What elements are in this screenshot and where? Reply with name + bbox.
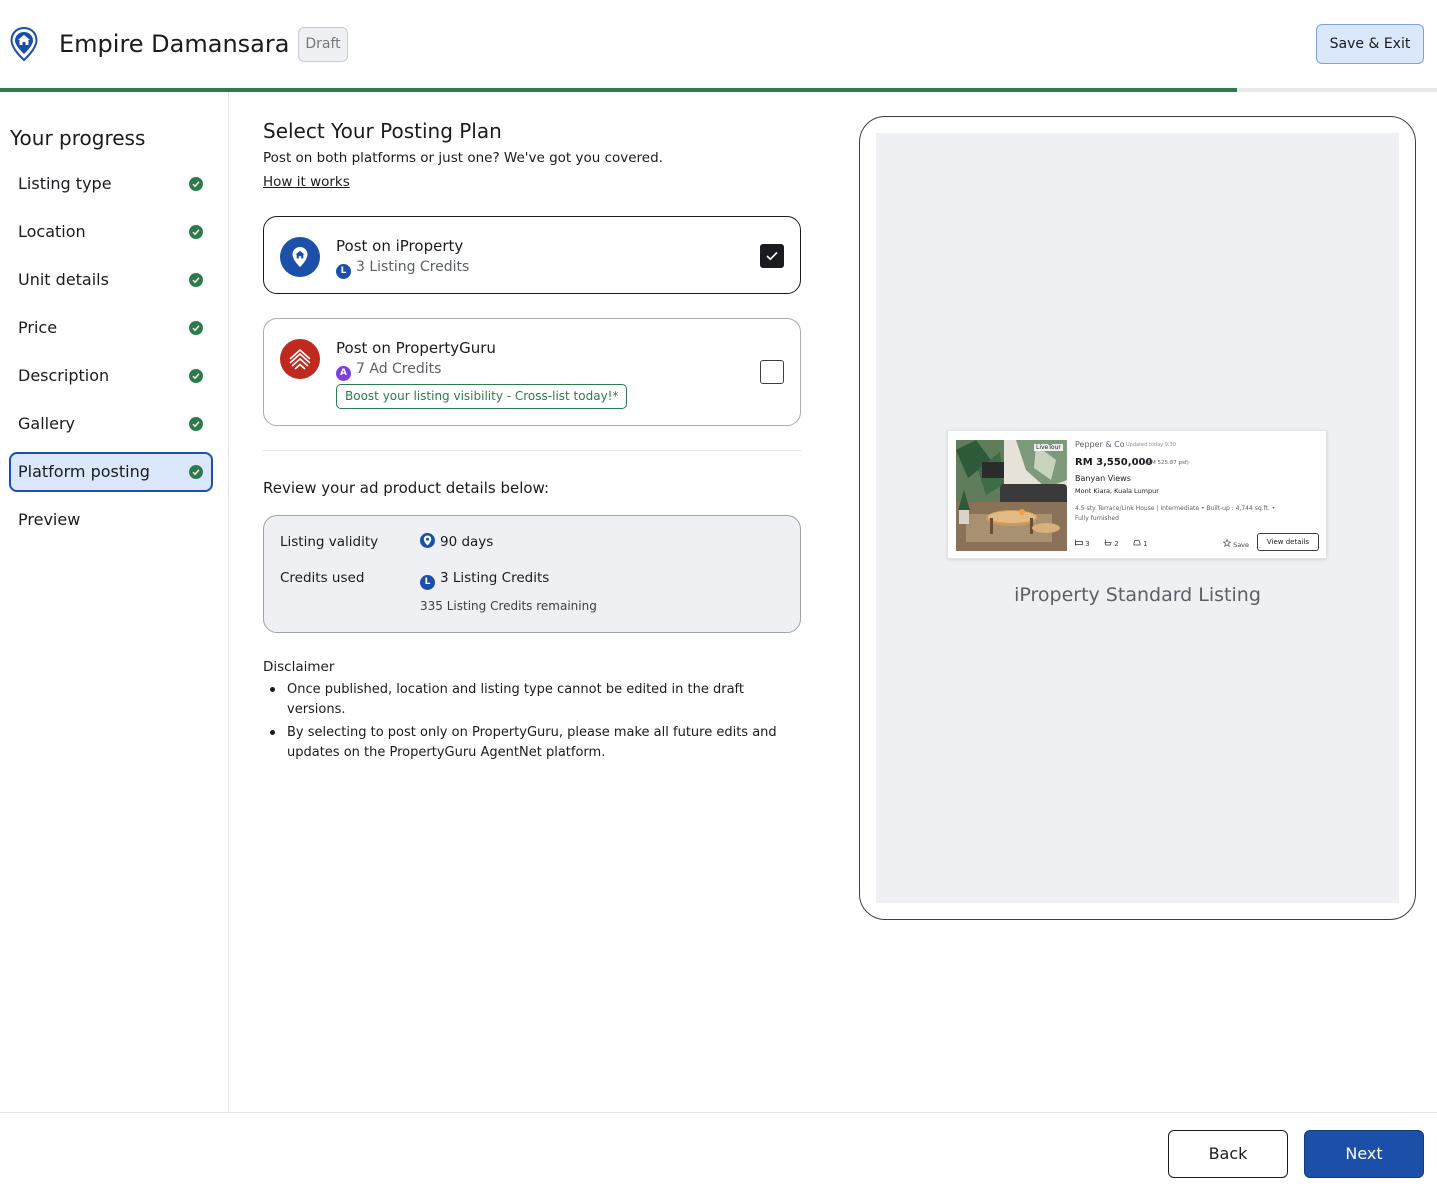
disclaimer-item: By selecting to post only on PropertyGur…: [263, 723, 801, 763]
listing-credit-icon: L: [420, 575, 435, 590]
disclaimer-title: Disclaimer: [263, 659, 335, 675]
iproperty-logo-icon: [10, 26, 38, 62]
card-address: Mont Kiara, Kuala Lumpur: [1075, 487, 1159, 495]
disclaimer-item: Once published, location and listing typ…: [263, 680, 801, 720]
step-label: Listing type: [18, 174, 112, 193]
step-label: Description: [18, 366, 110, 385]
card-baths-count: 2: [1114, 540, 1119, 548]
page-title: Select Your Posting Plan: [263, 119, 502, 143]
footer-bar: Back Next: [0, 1112, 1437, 1186]
save-exit-button[interactable]: Save & Exit: [1316, 24, 1424, 64]
progress-steps: Listing type Location Unit details Price…: [9, 164, 213, 548]
back-button[interactable]: Back: [1168, 1130, 1288, 1178]
step-label: Price: [18, 318, 58, 337]
card-parking: 1: [1133, 539, 1148, 548]
sidebar-item-description[interactable]: Description: [9, 356, 213, 396]
propertyguru-logo-icon: [280, 339, 320, 379]
step-label: Location: [18, 222, 86, 241]
sidebar-item-location[interactable]: Location: [9, 212, 213, 252]
card-parking-count: 1: [1143, 540, 1148, 548]
plan-name: Post on PropertyGuru: [336, 339, 496, 357]
sidebar-item-unit-details[interactable]: Unit details: [9, 260, 213, 300]
disclaimer-list: Once published, location and listing typ…: [263, 680, 801, 766]
progress-sidebar: Your progress Listing type Location Unit…: [0, 92, 229, 1112]
star-icon: [1222, 538, 1232, 548]
step-label: Platform posting: [18, 462, 150, 481]
credits-used-text: 3 Listing Credits: [440, 570, 550, 586]
card-save-label: Save: [1233, 541, 1250, 549]
credits-used-value: L 3 Listing Credits: [420, 568, 549, 590]
step-label: Preview: [18, 510, 81, 529]
check-circle-icon: [189, 417, 203, 431]
check-circle-icon: [189, 369, 203, 383]
credits-used-label: Credits used: [280, 570, 365, 586]
listing-credit-icon: L: [336, 264, 351, 279]
sidebar-title: Your progress: [10, 126, 146, 150]
iproperty-plan-card[interactable]: Post on iProperty L 3 Listing Credits: [263, 216, 801, 294]
step-label: Unit details: [18, 270, 109, 289]
iproperty-checkbox[interactable]: [760, 244, 784, 268]
section-divider: [263, 450, 801, 451]
listing-preview-card: LiveTour Pepper & Co Updated today 9:30 …: [947, 430, 1327, 559]
page-subtitle: Post on both platforms or just one? We'v…: [263, 150, 663, 166]
car-icon: [1133, 540, 1141, 546]
preview-caption: iProperty Standard Listing: [1014, 584, 1261, 606]
location-pin-icon: [420, 533, 435, 548]
iproperty-logo-icon: [280, 237, 320, 277]
card-price: RM 3,550,000: [1075, 457, 1153, 468]
plan-credits-label: 3 Listing Credits: [356, 259, 470, 275]
card-price-psf: (RM 525.87 psf): [1145, 460, 1189, 466]
card-view-details-button[interactable]: View details: [1257, 533, 1319, 551]
bath-icon: [1104, 539, 1112, 546]
listing-validity-label: Listing validity: [280, 534, 379, 550]
card-agent-name: Pepper & Co: [1075, 440, 1125, 449]
plan-credits: A 7 Ad Credits: [336, 359, 441, 381]
card-beds-count: 3: [1085, 540, 1090, 548]
draft-status-badge: Draft: [298, 27, 348, 62]
check-circle-icon: [189, 177, 203, 191]
card-furnishing: Fully furnished: [1075, 515, 1119, 522]
card-baths: 2: [1104, 539, 1119, 548]
check-circle-icon: [189, 273, 203, 287]
plan-credits-label: 7 Ad Credits: [356, 361, 442, 377]
sidebar-item-platform-posting[interactable]: Platform posting: [9, 452, 213, 492]
card-specs: 4.5-sty Terrace/Link House | Intermediat…: [1075, 505, 1276, 512]
sidebar-item-listing-type[interactable]: Listing type: [9, 164, 213, 204]
card-project-name: Banyan Views: [1075, 474, 1131, 483]
card-save-button[interactable]: Save: [1222, 538, 1250, 549]
propertyguru-plan-card[interactable]: Post on PropertyGuru A 7 Ad Credits Boost…: [263, 318, 801, 426]
how-it-works-link[interactable]: How it works: [263, 172, 350, 192]
check-circle-icon: [189, 225, 203, 239]
sidebar-item-gallery[interactable]: Gallery: [9, 404, 213, 444]
ad-product-details-box: Listing validity 90 days Credits used L3…: [263, 515, 801, 633]
plan-credits: L 3 Listing Credits: [336, 257, 469, 279]
ad-credit-icon: A: [336, 366, 351, 381]
review-heading: Review your ad product details below:: [263, 479, 550, 497]
card-updated-time: Updated today 9:30: [1126, 442, 1176, 448]
cross-list-promo-badge: Boost your listing visibility - Cross-li…: [336, 384, 628, 409]
step-label: Gallery: [18, 414, 75, 433]
listing-title: Empire Damansara: [59, 30, 290, 58]
validity-text: 90 days: [440, 534, 494, 550]
sidebar-item-preview[interactable]: Preview: [9, 500, 213, 540]
top-bar: Empire Damansara Draft Save & Exit: [0, 0, 1437, 88]
listing-photo: LiveTour: [956, 440, 1067, 551]
sidebar-item-price[interactable]: Price: [9, 308, 213, 348]
card-beds: 3: [1075, 539, 1090, 548]
plan-name: Post on iProperty: [336, 237, 464, 255]
listing-validity-value: 90 days: [420, 532, 493, 552]
check-circle-icon: [189, 321, 203, 335]
propertyguru-checkbox[interactable]: [760, 360, 784, 384]
live-tour-badge: LiveTour: [1034, 444, 1063, 451]
bed-icon: [1075, 539, 1083, 546]
credits-remaining-text: 335 Listing Credits remaining: [420, 599, 597, 613]
check-circle-icon: [189, 465, 203, 479]
next-button[interactable]: Next: [1304, 1130, 1424, 1178]
